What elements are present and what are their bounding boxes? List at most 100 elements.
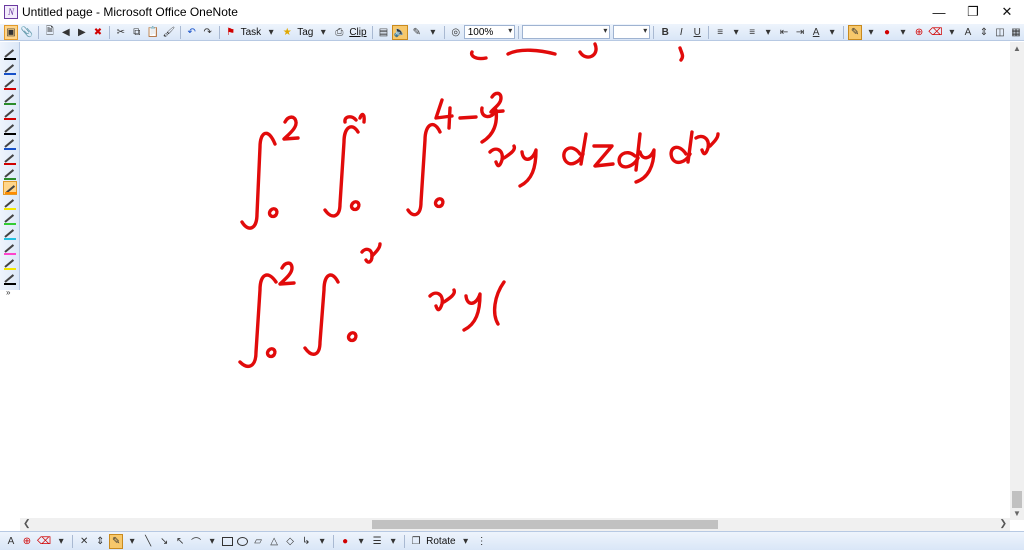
increase-indent-icon[interactable]: ⇥ bbox=[793, 25, 807, 40]
fullscreen-icon[interactable]: ▦ bbox=[1009, 25, 1023, 40]
line-weight-icon[interactable]: ☰ bbox=[370, 534, 384, 549]
restore-icon[interactable]: ❐ bbox=[956, 0, 990, 24]
axis-dropdown-icon[interactable]: ▾ bbox=[205, 534, 219, 549]
arrange-icon[interactable]: ❐ bbox=[409, 534, 423, 549]
horizontal-scrollbar[interactable]: ❮ ❯ bbox=[20, 518, 1010, 531]
pen-swatch[interactable] bbox=[3, 166, 17, 180]
highlighter-dropdown-icon[interactable]: ▾ bbox=[864, 25, 878, 40]
insert-space-icon[interactable]: ⇕ bbox=[93, 534, 107, 549]
font-size-select[interactable]: ▾ bbox=[613, 25, 651, 39]
close-icon[interactable]: ✕ bbox=[990, 0, 1024, 24]
pen-swatch[interactable] bbox=[3, 181, 17, 195]
tag-dropdown-icon[interactable]: ▾ bbox=[316, 25, 330, 40]
font-color-dropdown-icon[interactable]: ▾ bbox=[825, 25, 839, 40]
rectangle-tool-icon[interactable] bbox=[222, 536, 234, 546]
italic-button[interactable]: I bbox=[674, 25, 688, 40]
pen-swatch[interactable] bbox=[3, 136, 17, 150]
scroll-up-icon[interactable]: ▲ bbox=[1013, 44, 1021, 53]
delete-icon[interactable]: ✖ bbox=[91, 25, 105, 40]
pen-swatch[interactable] bbox=[3, 211, 17, 225]
tag-button[interactable]: Tag bbox=[295, 27, 315, 38]
redo-icon[interactable]: ↷ bbox=[201, 25, 215, 40]
eraser-dropdown-icon[interactable]: ▾ bbox=[54, 534, 68, 549]
pen-color-dropdown-icon[interactable]: ▾ bbox=[896, 25, 910, 40]
pen-tool-icon[interactable]: ✎ bbox=[410, 25, 424, 40]
zoom-select[interactable]: 100% ▾ bbox=[463, 25, 516, 39]
eraser-icon[interactable]: ⌫ bbox=[36, 534, 52, 549]
ink-to-text-icon[interactable]: A bbox=[961, 25, 975, 40]
copy-icon[interactable]: ⧉ bbox=[130, 25, 144, 40]
page-view-icon[interactable]: ◫ bbox=[993, 25, 1007, 40]
rotate-dropdown-icon[interactable]: ▾ bbox=[459, 534, 473, 549]
pen-swatch[interactable] bbox=[3, 226, 17, 240]
lasso-select-icon[interactable]: ⊕ bbox=[20, 534, 34, 549]
delete-icon[interactable]: ✕ bbox=[77, 534, 91, 549]
rotate-button[interactable]: Rotate bbox=[424, 536, 457, 547]
pen-dropdown-icon[interactable]: ▾ bbox=[426, 25, 440, 40]
task-button[interactable]: Task bbox=[239, 27, 264, 38]
tag-star-icon[interactable]: ★ bbox=[280, 25, 294, 40]
ink-to-text-icon[interactable]: A bbox=[4, 534, 18, 549]
pen-swatch[interactable] bbox=[3, 76, 17, 90]
highlighter-dropdown-icon[interactable]: ▾ bbox=[125, 534, 139, 549]
back-icon[interactable]: ◀ bbox=[59, 25, 73, 40]
vertical-scroll-thumb[interactable] bbox=[1012, 491, 1022, 508]
connector-tool-icon[interactable]: ↳ bbox=[299, 534, 313, 549]
more-pens-icon[interactable]: » bbox=[6, 288, 10, 297]
paste-icon[interactable]: 📋 bbox=[146, 25, 160, 40]
highlighter-icon[interactable]: ✎ bbox=[848, 24, 863, 40]
horizontal-scroll-thumb[interactable] bbox=[372, 520, 718, 529]
zoom-icon[interactable]: ◎ bbox=[449, 25, 463, 40]
full-page-view-icon[interactable]: ▣ bbox=[4, 24, 18, 40]
highlighter-icon[interactable]: ✎ bbox=[109, 533, 124, 549]
line-weight-dropdown-icon[interactable]: ▾ bbox=[386, 534, 400, 549]
minimize-icon[interactable]: — bbox=[922, 0, 956, 24]
clip-button[interactable]: Clip bbox=[347, 27, 368, 38]
pen-color-icon[interactable]: ● bbox=[880, 25, 894, 40]
connector-dropdown-icon[interactable]: ▾ bbox=[315, 534, 329, 549]
pen-swatch[interactable] bbox=[3, 61, 17, 75]
axis-tool-icon[interactable]: ⌒ bbox=[189, 534, 203, 549]
triangle-tool-icon[interactable]: △ bbox=[267, 534, 281, 549]
task-dropdown-icon[interactable]: ▾ bbox=[264, 25, 278, 40]
parallelogram-tool-icon[interactable]: ▱ bbox=[251, 534, 265, 549]
pen-swatch[interactable] bbox=[3, 46, 17, 60]
pen-swatch[interactable] bbox=[3, 106, 17, 120]
scroll-down-icon[interactable]: ▼ bbox=[1013, 509, 1021, 518]
send-to-icon[interactable]: 📎 bbox=[20, 25, 34, 40]
pen-swatch[interactable] bbox=[3, 271, 17, 285]
scroll-left-icon[interactable]: ❮ bbox=[23, 518, 31, 529]
pen-swatch[interactable] bbox=[3, 256, 17, 270]
ellipse-tool-icon[interactable] bbox=[237, 536, 249, 546]
pen-swatch[interactable] bbox=[3, 241, 17, 255]
clip-icon[interactable]: ⎙ bbox=[332, 25, 346, 40]
font-name-select[interactable]: ▾ bbox=[522, 25, 611, 39]
lasso-select-icon[interactable]: ⊕ bbox=[912, 25, 926, 40]
shape-color-icon[interactable]: ● bbox=[338, 534, 352, 549]
cut-icon[interactable]: ✂ bbox=[114, 25, 128, 40]
format-painter-icon[interactable]: 🖌 bbox=[162, 25, 176, 40]
pen-swatch[interactable] bbox=[3, 151, 17, 165]
numbering-dropdown-icon[interactable]: ▾ bbox=[761, 25, 775, 40]
scroll-right-icon[interactable]: ❯ bbox=[999, 518, 1007, 529]
underline-button[interactable]: U bbox=[690, 25, 704, 40]
bold-button[interactable]: B bbox=[658, 25, 672, 40]
pen-swatch[interactable] bbox=[3, 121, 17, 135]
arrow-tool-icon[interactable]: ↘ bbox=[157, 534, 171, 549]
audio-icon[interactable]: 🔈 bbox=[392, 24, 408, 40]
toolbar-options-icon[interactable]: ⋮ bbox=[475, 534, 489, 549]
diamond-tool-icon[interactable]: ◇ bbox=[283, 534, 297, 549]
vertical-scrollbar[interactable]: ▲ ▼ bbox=[1010, 42, 1024, 520]
page-list-icon[interactable]: ▤ bbox=[376, 25, 390, 40]
forward-icon[interactable]: ▶ bbox=[75, 25, 89, 40]
decrease-indent-icon[interactable]: ⇤ bbox=[777, 25, 791, 40]
undo-icon[interactable]: ↶ bbox=[185, 25, 199, 40]
line-tool-icon[interactable]: ╲ bbox=[141, 534, 155, 549]
font-color-icon[interactable]: A bbox=[809, 25, 823, 40]
numbering-icon[interactable]: ≡ bbox=[745, 25, 759, 40]
pen-swatch[interactable] bbox=[3, 196, 17, 210]
new-page-icon[interactable]: 🗎 bbox=[43, 25, 57, 40]
shape-color-dropdown-icon[interactable]: ▾ bbox=[354, 534, 368, 549]
eraser-icon[interactable]: ⌫ bbox=[928, 25, 943, 40]
bullets-icon[interactable]: ≡ bbox=[713, 25, 727, 40]
